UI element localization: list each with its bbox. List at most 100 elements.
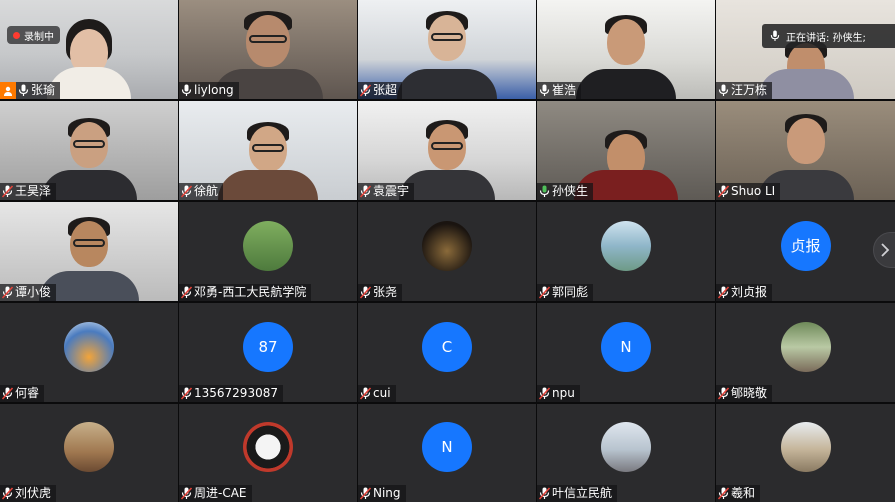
mic-muted-icon xyxy=(2,487,13,500)
participant-tile[interactable]: 谭小俊 xyxy=(0,202,178,301)
participant-name: 13567293087 xyxy=(194,386,278,400)
participant-tile[interactable]: N npu xyxy=(537,303,715,402)
participant-name-label: 13567293087 xyxy=(179,385,283,402)
host-icon xyxy=(0,82,16,99)
avatar xyxy=(601,220,651,271)
participant-tile-active-speaker[interactable]: 孙侠生 xyxy=(537,101,715,200)
video-grid: 录制中 张瑜 liylong 张超 崔浩 汪万栋 王昊泽 徐航 袁震宇 孙侠生 … xyxy=(0,0,895,502)
participant-name-label: 崔浩 xyxy=(537,82,582,99)
mic-muted-icon xyxy=(181,286,192,299)
participant-tile[interactable]: 张超 xyxy=(358,0,536,99)
avatar xyxy=(601,422,651,473)
participant-name-label: Ning xyxy=(358,485,406,502)
participant-name: 王昊泽 xyxy=(15,184,52,198)
mic-muted-icon xyxy=(718,286,729,299)
participant-tile[interactable]: 崔浩 xyxy=(537,0,715,99)
avatar: 87 xyxy=(243,321,293,372)
participant-tile[interactable]: 郭同彪 xyxy=(537,202,715,301)
participant-name-label: 王昊泽 xyxy=(0,183,57,200)
avatar xyxy=(64,422,114,473)
mic-muted-icon xyxy=(539,487,550,500)
participant-name: 郭同彪 xyxy=(552,285,589,299)
participant-tile[interactable]: 邓勇-西工大民航学院 xyxy=(179,202,357,301)
mic-muted-icon xyxy=(360,387,371,400)
participant-name-label: 周进-CAE xyxy=(179,485,252,502)
mic-icon xyxy=(181,84,192,97)
participant-name: 崔浩 xyxy=(552,83,577,97)
avatar: N xyxy=(422,422,472,473)
mic-muted-icon xyxy=(181,387,192,400)
mic-muted-icon xyxy=(360,84,371,97)
participant-name: 刘伏虎 xyxy=(15,486,52,500)
participant-name: cui xyxy=(373,386,391,400)
participant-tile[interactable]: 叶信立民航 xyxy=(537,404,715,502)
avatar xyxy=(422,220,472,271)
participant-video xyxy=(218,120,318,200)
participant-name: 张尧 xyxy=(373,285,398,299)
participant-name: 袁震宇 xyxy=(373,184,410,198)
participant-tile[interactable]: 张尧 xyxy=(358,202,536,301)
participant-name: npu xyxy=(552,386,575,400)
participant-tile[interactable]: 汪万栋 xyxy=(716,0,895,99)
participant-name-label: 刘贞报 xyxy=(716,284,773,301)
mic-icon xyxy=(539,84,550,97)
participant-name-label: 羲和 xyxy=(716,485,761,502)
participant-name-label: 郇晓敬 xyxy=(716,385,773,402)
participant-tile[interactable]: 贞报 刘贞报 xyxy=(716,202,895,301)
active-speaker-banner: 正在讲话: 孙侠生; xyxy=(762,24,895,48)
participant-name: 周进-CAE xyxy=(194,486,247,500)
participant-name-label: 张超 xyxy=(358,82,403,99)
avatar: 贞报 xyxy=(780,220,831,271)
participant-name: 张瑜 xyxy=(31,83,56,97)
mic-muted-icon xyxy=(360,487,371,500)
participant-tile[interactable]: N Ning xyxy=(358,404,536,502)
mic-muted-icon xyxy=(2,286,13,299)
participant-name: Ning xyxy=(373,486,401,500)
participant-tile[interactable]: 87 13567293087 xyxy=(179,303,357,402)
mic-icon xyxy=(770,30,780,42)
participant-tile[interactable]: 袁震宇 xyxy=(358,101,536,200)
participant-tile[interactable]: 王昊泽 xyxy=(0,101,178,200)
participant-name: 邓勇-西工大民航学院 xyxy=(194,285,307,299)
participant-name-label: 汪万栋 xyxy=(716,82,773,99)
mic-muted-icon xyxy=(539,286,550,299)
mic-muted-icon xyxy=(360,185,371,198)
participant-video xyxy=(397,9,497,99)
participant-name-label: npu xyxy=(537,385,580,402)
mic-icon xyxy=(18,84,29,97)
participant-tile[interactable]: Shuo LI xyxy=(716,101,895,200)
participant-tile[interactable]: 羲和 xyxy=(716,404,895,502)
participant-video xyxy=(576,13,676,99)
mic-muted-icon xyxy=(718,185,729,198)
participant-name: liylong xyxy=(194,83,234,97)
participant-name-label: 袁震宇 xyxy=(358,183,415,200)
participant-name-label: 张瑜 xyxy=(0,82,61,99)
mic-muted-icon xyxy=(2,387,13,400)
participant-tile[interactable]: 何睿 xyxy=(0,303,178,402)
participant-tile[interactable]: 录制中 张瑜 xyxy=(0,0,178,99)
mic-muted-icon xyxy=(360,286,371,299)
recording-label: 录制中 xyxy=(24,31,54,43)
mic-muted-icon xyxy=(2,185,13,198)
participant-tile[interactable]: C cui xyxy=(358,303,536,402)
participant-tile[interactable]: liylong xyxy=(179,0,357,99)
mic-muted-icon xyxy=(718,487,729,500)
participant-name-label: liylong xyxy=(179,82,239,99)
participant-tile[interactable]: 郇晓敬 xyxy=(716,303,895,402)
participant-tile[interactable]: 周进-CAE xyxy=(179,404,357,502)
participant-name-label: 邓勇-西工大民航学院 xyxy=(179,284,312,301)
mic-icon xyxy=(718,84,729,97)
participant-name: 汪万栋 xyxy=(731,83,768,97)
participant-name: 孙侠生 xyxy=(552,184,589,198)
participant-tile[interactable]: 刘伏虎 xyxy=(0,404,178,502)
participant-name: 谭小俊 xyxy=(15,285,52,299)
recording-badge: 录制中 xyxy=(7,26,60,44)
participant-name-label: cui xyxy=(358,385,396,402)
participant-name: 刘贞报 xyxy=(731,285,768,299)
participant-tile[interactable]: 徐航 xyxy=(179,101,357,200)
participant-name-label: 孙侠生 xyxy=(537,183,594,200)
participant-name-label: Shuo LI xyxy=(716,183,781,200)
participant-name: Shuo LI xyxy=(731,184,776,198)
participant-name-label: 叶信立民航 xyxy=(537,485,618,502)
mic-muted-icon xyxy=(181,185,192,198)
